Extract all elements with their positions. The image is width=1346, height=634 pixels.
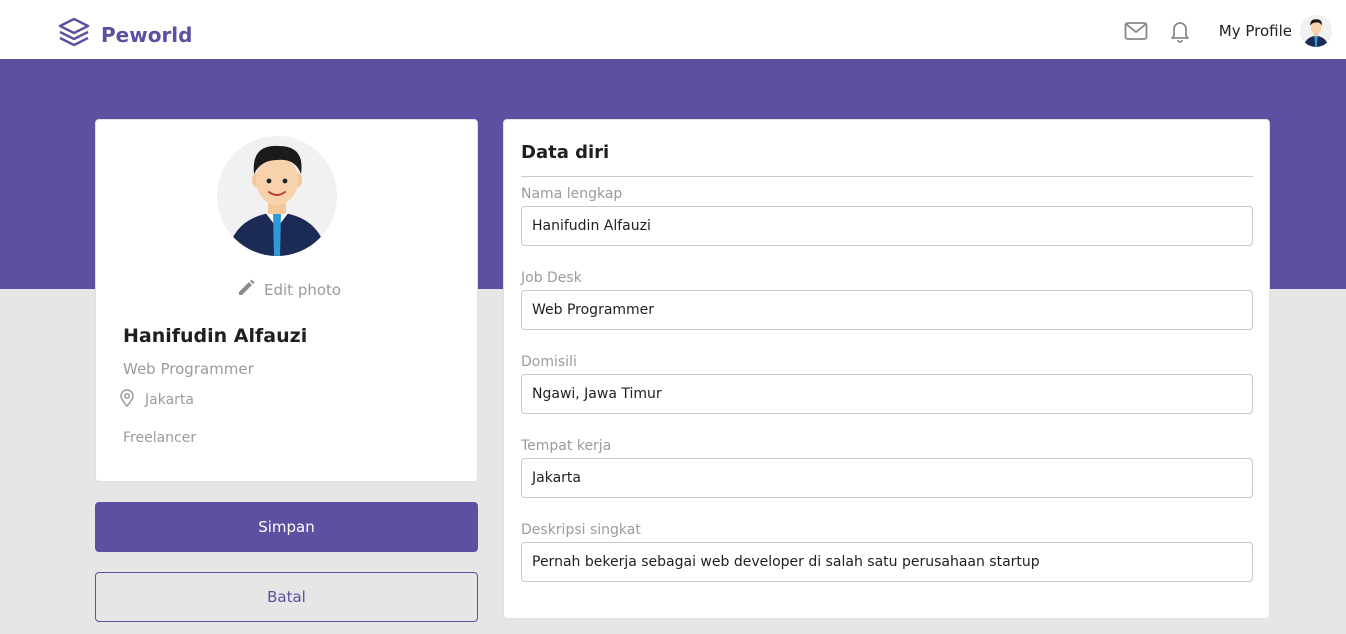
avatar <box>1300 15 1332 47</box>
top-navbar: Peworld My Profile <box>0 0 1346 59</box>
full-name-label: Nama lengkap <box>521 186 623 202</box>
pencil-icon <box>236 278 256 302</box>
nav-actions: My Profile <box>1123 15 1332 47</box>
job-desk-field[interactable]: Web Programmer <box>521 290 1253 330</box>
profile-location: Jakarta <box>119 389 194 411</box>
form-title: Data diri <box>521 142 610 163</box>
cancel-button[interactable]: Batal <box>95 572 478 622</box>
personal-data-form: Data diri Nama lengkap Hanifudin Alfauzi… <box>503 119 1270 619</box>
domicile-field[interactable]: Ngawi, Jawa Timur <box>521 374 1253 414</box>
full-name-field[interactable]: Hanifudin Alfauzi <box>521 206 1253 246</box>
mail-icon[interactable] <box>1123 18 1149 44</box>
employment-type: Freelancer <box>123 430 197 446</box>
layers-icon <box>57 16 91 54</box>
domicile-label: Domisili <box>521 354 577 370</box>
brand-name: Peworld <box>101 23 193 47</box>
form-divider <box>521 176 1253 177</box>
my-profile-menu[interactable]: My Profile <box>1219 15 1332 47</box>
profile-job: Web Programmer <box>123 360 254 378</box>
workplace-label: Tempat kerja <box>521 438 612 454</box>
edit-photo-button[interactable]: Edit photo <box>236 278 341 302</box>
short-description-label: Deskripsi singkat <box>521 522 641 538</box>
job-desk-label: Job Desk <box>521 270 582 286</box>
short-description-field[interactable]: Pernah bekerja sebagai web developer di … <box>521 542 1253 582</box>
profile-card: Edit photo Hanifudin Alfauzi Web Program… <box>95 119 478 482</box>
edit-photo-label: Edit photo <box>264 281 342 299</box>
profile-name: Hanifudin Alfauzi <box>123 325 308 347</box>
brand-logo[interactable]: Peworld <box>57 16 192 54</box>
map-pin-icon <box>119 389 135 411</box>
workplace-field[interactable]: Jakarta <box>521 458 1253 498</box>
save-button[interactable]: Simpan <box>95 502 478 552</box>
location-label: Jakarta <box>145 392 194 408</box>
profile-avatar <box>217 136 337 256</box>
bell-icon[interactable] <box>1167 18 1193 44</box>
my-profile-label: My Profile <box>1218 22 1292 40</box>
